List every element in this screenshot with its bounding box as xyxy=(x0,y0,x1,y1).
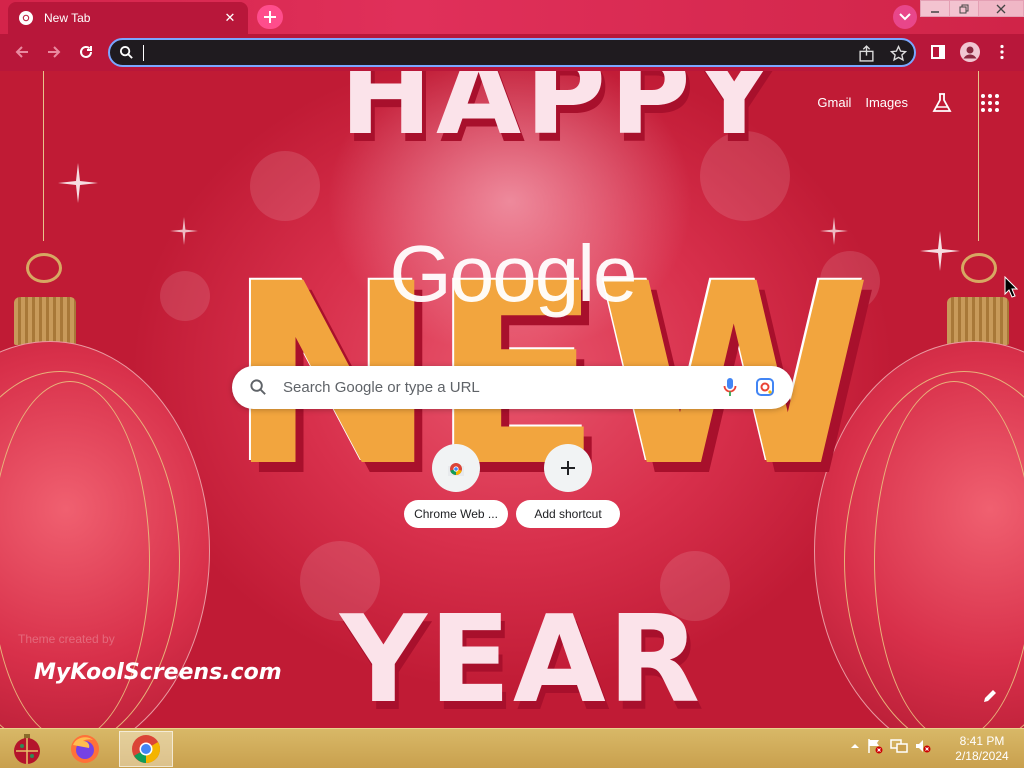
plus-icon xyxy=(264,11,276,23)
minimize-button[interactable] xyxy=(920,0,950,17)
voice-search-icon[interactable] xyxy=(723,377,737,397)
start-button[interactable] xyxy=(0,731,54,767)
restore-button[interactable] xyxy=(949,0,979,17)
clock-time: 8:41 PM xyxy=(959,734,1005,748)
chrome-favicon-icon xyxy=(19,11,33,25)
ornament-stripe xyxy=(874,381,1024,728)
chrome-icon xyxy=(132,735,160,763)
menu-icon xyxy=(1000,44,1004,60)
close-window-button[interactable] xyxy=(978,0,1024,17)
google-lens-icon[interactable] xyxy=(755,377,775,397)
address-bar[interactable] xyxy=(108,38,916,67)
shortcut-tile[interactable] xyxy=(544,444,592,492)
browser-toolbar xyxy=(0,34,1024,71)
taskbar-chrome[interactable] xyxy=(119,731,173,767)
side-panel-icon xyxy=(931,45,945,59)
theme-credit: Theme created by xyxy=(18,632,115,646)
new-tab-button[interactable] xyxy=(257,5,283,29)
tab-new-tab[interactable]: New Tab ✕ xyxy=(8,2,248,34)
ornament-ring xyxy=(961,253,997,283)
search-placeholder: Search Google or type a URL xyxy=(283,379,480,396)
ornament-string xyxy=(978,71,979,241)
minimize-icon xyxy=(931,10,939,13)
sparkle-icon xyxy=(58,163,98,203)
show-hidden-icons-icon[interactable] xyxy=(850,742,860,750)
shortcut-tile[interactable] xyxy=(432,444,480,492)
clock-date: 2/18/2024 xyxy=(955,749,1009,763)
google-logo: Google xyxy=(389,229,638,318)
happy-word-art: HAPPY xyxy=(340,71,779,159)
window-controls xyxy=(920,0,1024,17)
shortcut-label: Add shortcut xyxy=(516,500,620,528)
chevron-down-icon xyxy=(899,13,911,21)
chrome-web-store-icon xyxy=(448,463,464,476)
ornament-ring xyxy=(26,253,62,283)
tab-strip: New Tab ✕ xyxy=(0,0,1024,34)
text-caret xyxy=(143,45,144,61)
system-tray xyxy=(850,737,932,755)
forward-button[interactable] xyxy=(42,40,66,64)
reload-button[interactable] xyxy=(74,40,98,64)
labs-flask-icon[interactable] xyxy=(931,92,953,114)
shortcut-label: Chrome Web ... xyxy=(404,500,508,528)
ntp-search-box[interactable]: Search Google or type a URL xyxy=(232,366,793,409)
gmail-link[interactable]: Gmail xyxy=(817,95,851,110)
search-icon xyxy=(119,45,133,59)
menu-button[interactable] xyxy=(990,40,1014,64)
customize-pencil-icon[interactable] xyxy=(982,688,998,704)
back-icon xyxy=(15,46,28,58)
profile-icon xyxy=(960,42,980,62)
network-icon[interactable] xyxy=(890,737,908,755)
new-tab-page: HAPPY NEW YEAR Gmail Images Google Searc… xyxy=(0,71,1024,728)
sparkle-icon xyxy=(170,217,198,245)
tab-search-button[interactable] xyxy=(893,5,917,29)
plus-icon xyxy=(561,461,575,475)
tab-close-icon[interactable]: ✕ xyxy=(222,10,238,26)
close-icon xyxy=(996,4,1006,13)
restore-icon xyxy=(959,4,969,13)
ornament-cap xyxy=(947,297,1009,345)
forward-icon xyxy=(48,46,61,58)
images-link[interactable]: Images xyxy=(865,95,908,110)
bokeh-light xyxy=(160,271,210,321)
windows-taskbar: 8:41 PM 2/18/2024 xyxy=(0,728,1024,768)
action-center-flag-icon[interactable] xyxy=(866,737,884,755)
taskbar-firefox[interactable] xyxy=(58,731,112,767)
back-button[interactable] xyxy=(10,40,34,64)
theme-brand-link[interactable]: MyKoolScreens.com xyxy=(34,660,282,685)
search-icon xyxy=(250,379,266,395)
side-panel-button[interactable] xyxy=(926,40,950,64)
mouse-cursor-icon xyxy=(1004,276,1018,298)
address-input[interactable] xyxy=(142,43,842,62)
volume-muted-icon[interactable] xyxy=(914,737,932,755)
year-word-art: YEAR xyxy=(340,591,703,728)
sparkle-icon xyxy=(920,231,960,271)
ntp-header-links: Gmail Images xyxy=(817,95,908,110)
ornament-start-icon xyxy=(14,734,40,764)
reload-icon xyxy=(80,45,92,58)
system-clock[interactable]: 8:41 PM 2/18/2024 xyxy=(950,734,1014,764)
shortcut-chrome-web-store[interactable]: Chrome Web ... xyxy=(404,444,508,528)
google-apps-icon[interactable] xyxy=(980,93,1000,113)
star-icon[interactable] xyxy=(890,45,907,62)
profile-button[interactable] xyxy=(958,40,982,64)
add-shortcut-button[interactable]: Add shortcut xyxy=(516,444,620,528)
ornament-string xyxy=(43,71,44,241)
firefox-icon xyxy=(71,735,99,763)
ornament-cap xyxy=(14,297,76,345)
share-icon[interactable] xyxy=(858,45,875,62)
tab-title: New Tab xyxy=(44,11,91,25)
